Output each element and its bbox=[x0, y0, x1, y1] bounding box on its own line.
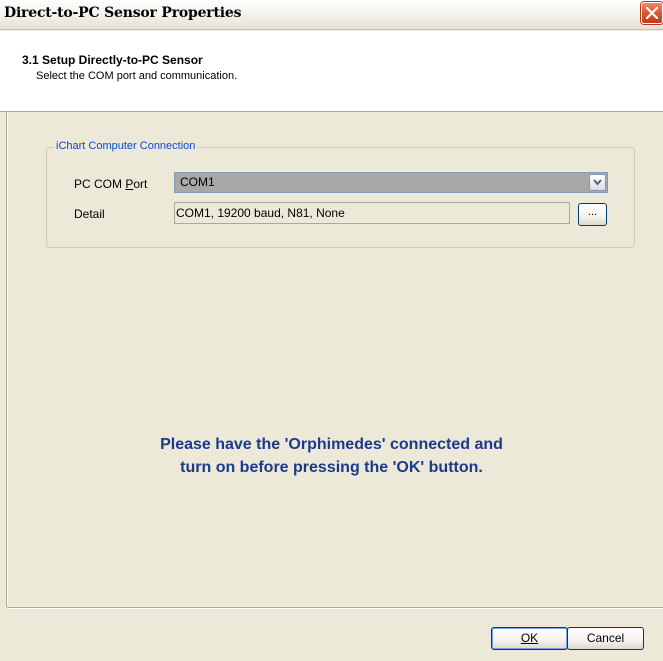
message-line-1: Please have the 'Orphimedes' connected a… bbox=[160, 436, 503, 453]
title-bar[interactable]: Direct-to-PC Sensor Properties bbox=[0, 0, 663, 30]
instruction-message: Please have the 'Orphimedes' connected a… bbox=[0, 433, 663, 479]
wizard-header: 3.1 Setup Directly-to-PC Sensor Select t… bbox=[0, 31, 663, 112]
cancel-button[interactable]: Cancel bbox=[567, 627, 644, 650]
ok-button[interactable]: OK bbox=[491, 627, 568, 650]
window-title: Direct-to-PC Sensor Properties bbox=[4, 5, 242, 21]
detail-browse-button[interactable]: ... bbox=[578, 203, 607, 226]
message-line-2: turn on before pressing the 'OK' button. bbox=[180, 459, 483, 476]
detail-label: Detail bbox=[74, 207, 105, 221]
header-title: 3.1 Setup Directly-to-PC Sensor bbox=[22, 53, 203, 67]
detail-value: COM1, 19200 baud, N81, None bbox=[176, 206, 345, 220]
chevron-down-icon bbox=[593, 179, 602, 186]
dialog-window: Direct-to-PC Sensor Properties 3.1 Setup… bbox=[0, 0, 663, 661]
com-port-dropdown-button[interactable] bbox=[589, 174, 606, 191]
connection-groupbox bbox=[46, 147, 635, 248]
com-port-label: PC COM Port bbox=[74, 177, 148, 191]
header-subtitle: Select the COM port and communication. bbox=[36, 70, 238, 82]
com-port-select[interactable]: COM1 bbox=[174, 172, 608, 193]
detail-field: COM1, 19200 baud, N81, None bbox=[174, 202, 570, 224]
close-icon bbox=[646, 7, 658, 19]
com-port-value: COM1 bbox=[180, 175, 215, 189]
footer-separator bbox=[7, 607, 663, 609]
close-button[interactable] bbox=[641, 2, 663, 24]
groupbox-legend: iChart Computer Connection bbox=[54, 140, 198, 152]
ok-button-label: OK bbox=[520, 631, 539, 645]
